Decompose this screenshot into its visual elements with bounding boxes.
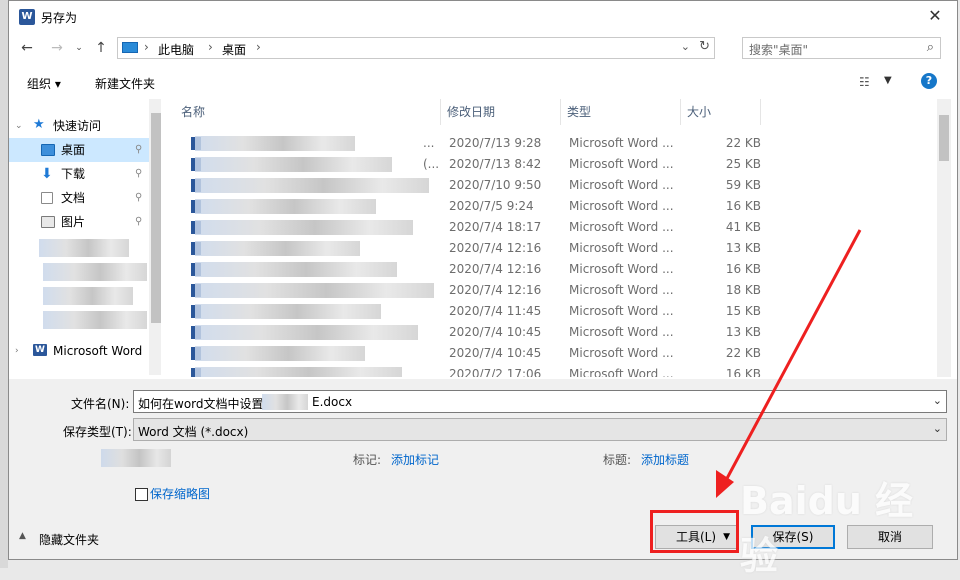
- arrow-line: [722, 229, 862, 485]
- annotation-arrow: [716, 229, 862, 498]
- arrow-head: [716, 470, 734, 498]
